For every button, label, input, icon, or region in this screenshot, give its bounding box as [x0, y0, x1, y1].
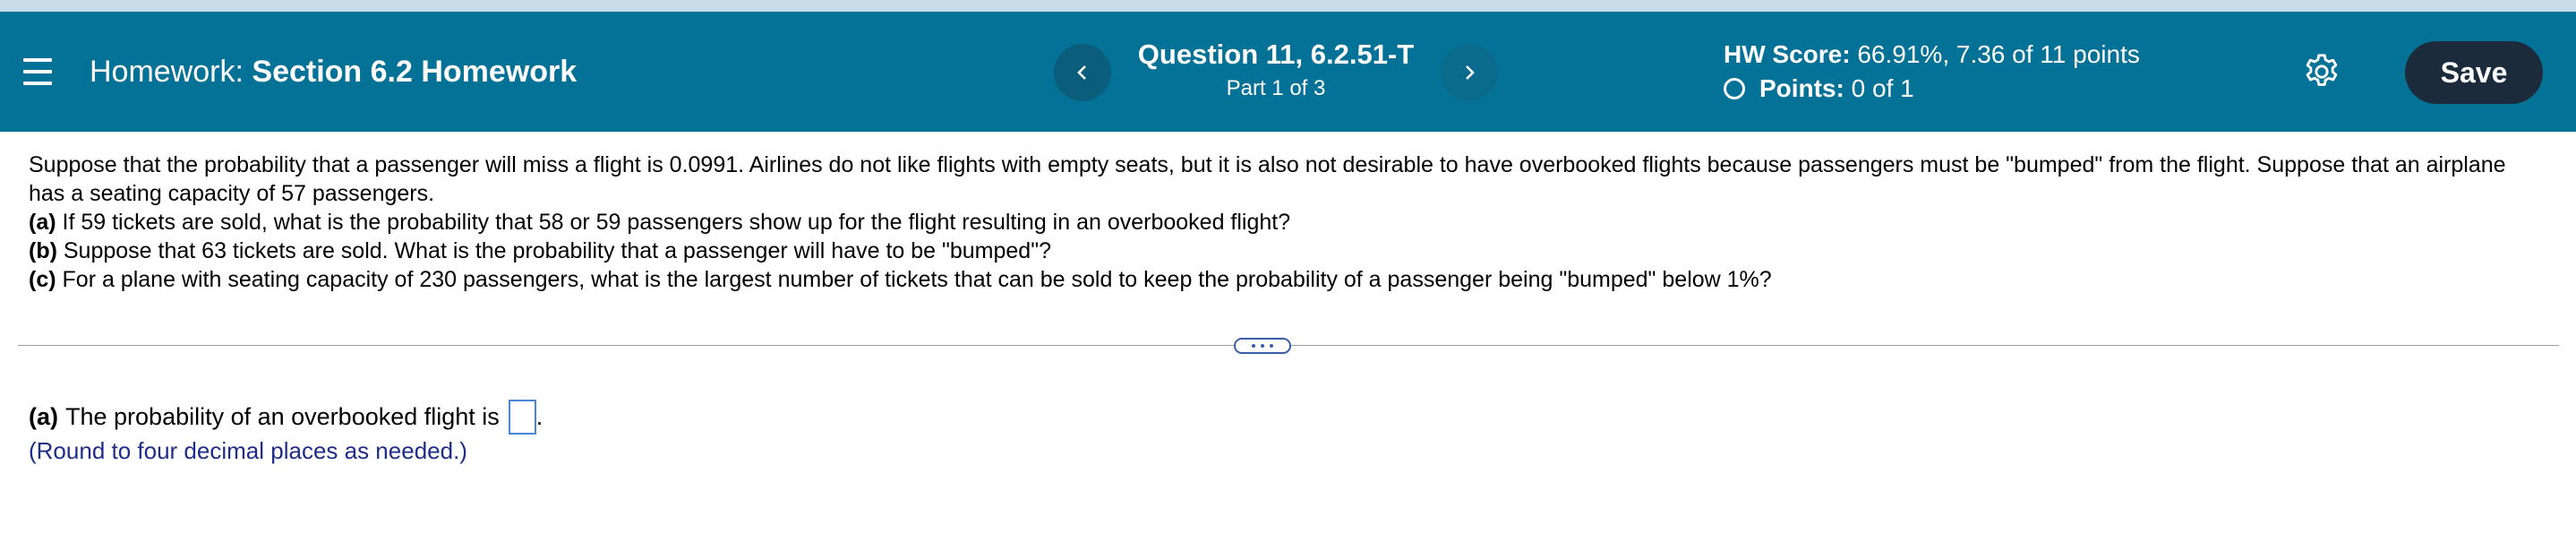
next-question-button[interactable]: [1441, 44, 1498, 101]
homework-name: Section 6.2 Homework: [252, 55, 578, 89]
homework-title: Homework: Section 6.2 Homework: [90, 55, 577, 90]
part-label: (b): [29, 238, 57, 263]
answer-suffix: .: [535, 403, 543, 430]
homework-prefix: Homework:: [90, 55, 244, 89]
part-text: For a plane with seating capacity of 230…: [62, 267, 1772, 292]
hw-score: HW Score: 66.91%, 7.36 of 11 points: [1724, 40, 2140, 69]
hw-score-label: HW Score:: [1724, 40, 1851, 68]
points-value: 0 of 1: [1851, 74, 1914, 102]
answer-label: (a): [29, 403, 58, 430]
problem-part-c: (c) For a plane with seating capacity of…: [29, 265, 2545, 294]
question-title: Question 11, 6.2.51-T: [1137, 39, 1415, 70]
points: Points: 0 of 1: [1724, 74, 1914, 103]
problem-part-b: (b) Suppose that 63 tickets are sold. Wh…: [29, 237, 2545, 265]
chevron-right-icon: [1466, 65, 1475, 80]
part-label: (c): [29, 267, 56, 292]
part-label: Part 1 of 3: [1226, 76, 1326, 100]
hw-score-value: 66.91%, 7.36 of 11 points: [1857, 40, 2140, 68]
problem-statement: Suppose that the probability that a pass…: [29, 151, 2545, 294]
previous-question-button[interactable]: [1054, 44, 1111, 101]
answer-text: The probability of an overbooked flight …: [65, 403, 500, 430]
answer-row: (a) The probability of an overbooked fli…: [29, 400, 543, 435]
save-button[interactable]: Save: [2405, 41, 2543, 104]
expand-more-button[interactable]: [1234, 338, 1291, 354]
header-bar: Homework: Section 6.2 Homework Question …: [0, 12, 2576, 132]
hamburger-icon[interactable]: [23, 58, 52, 85]
answer-input[interactable]: [508, 400, 536, 435]
problem-part-a: (a) If 59 tickets are sold, what is the …: [29, 208, 2545, 237]
problem-intro: Suppose that the probability that a pass…: [29, 152, 2506, 206]
part-label: (a): [29, 210, 56, 235]
part-text: If 59 tickets are sold, what is the prob…: [62, 210, 1291, 235]
points-label: Points:: [1759, 74, 1844, 102]
part-text: Suppose that 63 tickets are sold. What i…: [63, 238, 1051, 263]
points-status-icon: [1724, 78, 1745, 99]
top-strip: [0, 0, 2576, 12]
rounding-note: (Round to four decimal places as needed.…: [29, 437, 467, 464]
chevron-left-icon: [1077, 65, 1086, 80]
gear-icon[interactable]: [2301, 51, 2342, 92]
